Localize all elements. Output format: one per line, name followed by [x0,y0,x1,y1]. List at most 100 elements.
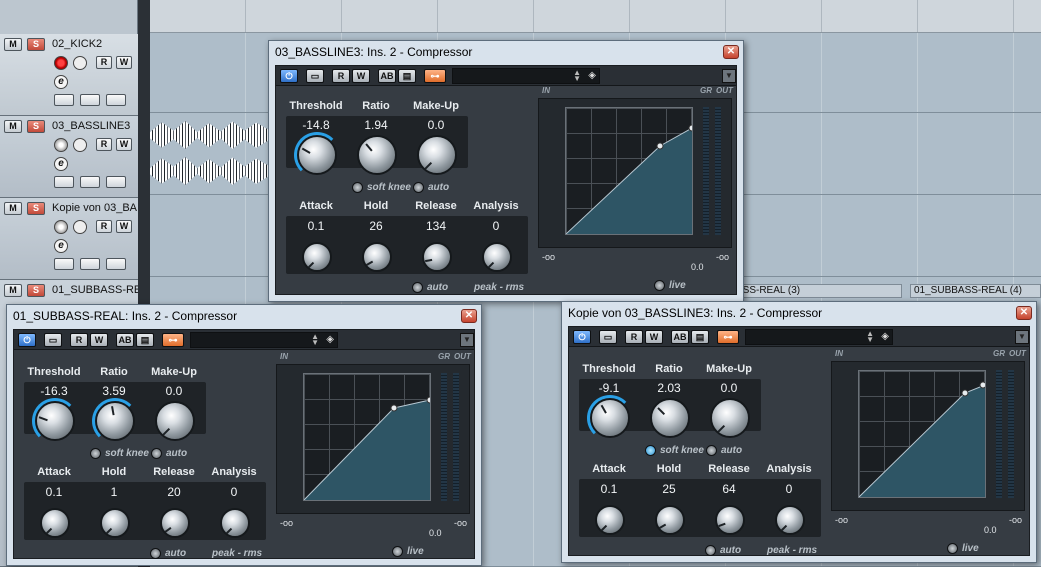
ratio-knob[interactable] [650,398,690,438]
live-toggle[interactable] [947,543,958,554]
transfer-curve[interactable] [859,371,985,497]
write-automation-button[interactable]: W [645,330,663,344]
copy-settings-icon[interactable]: ▤ [691,330,709,344]
makeup-knob[interactable] [710,398,750,438]
options-dropdown-icon[interactable]: ▼ [460,333,474,347]
timeline-ruler[interactable] [150,0,1041,33]
monitor-icon[interactable] [73,220,87,234]
monitor-icon[interactable] [73,138,87,152]
edit-channel-icon[interactable]: e [54,75,68,89]
write-automation-button[interactable]: W [352,69,370,83]
preset-field[interactable]: ▲ ▼ ◈ [190,332,338,348]
timebase-icon[interactable] [54,258,74,270]
attack-knob[interactable] [302,242,332,272]
bypass-icon[interactable]: ▭ [599,330,617,344]
options-dropdown-icon[interactable]: ▼ [1015,330,1029,344]
ratio-value[interactable]: 3.59 [84,384,144,398]
soft-knee-toggle[interactable] [352,182,363,193]
audio-event[interactable]: ASS-REAL (3) [732,284,902,298]
auto-release-toggle[interactable] [150,548,161,559]
mute-button[interactable]: M [4,202,22,215]
soft-knee-toggle[interactable] [645,445,656,456]
makeup-value[interactable]: 0.0 [699,381,759,395]
threshold-knob[interactable] [590,398,630,438]
ratio-value[interactable]: 2.03 [639,381,699,395]
lanes-icon[interactable] [106,258,126,270]
ratio-knob[interactable] [95,401,135,441]
makeup-value[interactable]: 0.0 [406,118,466,132]
sidechain-icon[interactable]: ⊶ [717,330,739,344]
read-automation-button[interactable]: R [96,138,112,151]
track-header[interactable]: M S 03_BASSLINE3 R W e [0,116,138,198]
hold-value[interactable]: 26 [346,219,406,233]
edit-channel-icon[interactable]: e [54,239,68,253]
transfer-curve[interactable] [304,374,430,500]
hold-value[interactable]: 25 [639,482,699,496]
read-automation-button[interactable]: R [625,330,643,344]
hold-knob[interactable] [655,505,685,535]
lanes-icon[interactable] [106,176,126,188]
release-knob[interactable] [160,508,190,538]
record-enable-icon[interactable] [54,56,68,70]
soft-knee-toggle[interactable] [90,448,101,459]
release-value[interactable]: 64 [699,482,759,496]
close-button[interactable]: ✕ [1016,306,1032,320]
preset-stepper-icon[interactable]: ▲ ▼ [866,330,874,344]
audio-waveform[interactable] [150,121,268,149]
attack-knob[interactable] [595,505,625,535]
audio-event[interactable]: 01_SUBBASS-REAL (4) [910,284,1041,298]
threshold-value[interactable]: -14.8 [286,118,346,132]
solo-button[interactable]: S [27,202,45,215]
solo-button[interactable]: S [27,38,45,51]
preset-field[interactable]: ▲ ▼ ◈ [452,68,600,84]
read-automation-button[interactable]: R [332,69,350,83]
mute-button[interactable]: M [4,38,22,51]
attack-value[interactable]: 0.1 [286,219,346,233]
power-icon[interactable]: ⏻ [573,330,591,344]
release-value[interactable]: 20 [144,485,204,499]
preset-menu-icon[interactable]: ◈ [881,331,889,342]
record-enable-icon[interactable] [54,220,68,234]
hold-knob[interactable] [362,242,392,272]
preset-menu-icon[interactable]: ◈ [588,70,596,81]
copy-settings-icon[interactable]: ▤ [136,333,154,347]
track-header[interactable]: M S 02_KICK2 R W e [0,34,138,116]
edit-channel-icon[interactable]: e [54,157,68,171]
sidechain-icon[interactable]: ⊶ [424,69,446,83]
bypass-icon[interactable]: ▭ [306,69,324,83]
mute-button[interactable]: M [4,284,22,297]
analysis-knob[interactable] [482,242,512,272]
track-name[interactable]: 02_KICK2 [52,38,138,50]
sidechain-icon[interactable]: ⊶ [162,333,184,347]
mute-button[interactable]: M [4,120,22,133]
lock-icon[interactable] [80,94,100,106]
makeup-knob[interactable] [155,401,195,441]
lock-icon[interactable] [80,176,100,188]
track-name[interactable]: 03_BASSLINE3 [52,120,138,132]
transfer-curve[interactable] [566,108,692,234]
track-name[interactable]: 01_SUBBASS-REA [52,284,138,296]
solo-button[interactable]: S [27,284,45,297]
monitor-icon[interactable] [73,56,87,70]
write-automation-button[interactable]: W [116,138,132,151]
bypass-icon[interactable]: ▭ [44,333,62,347]
makeup-knob[interactable] [417,135,457,175]
read-automation-button[interactable]: R [96,220,112,233]
read-automation-button[interactable]: R [70,333,88,347]
ratio-knob[interactable] [357,135,397,175]
power-icon[interactable]: ⏻ [280,69,298,83]
write-automation-button[interactable]: W [116,220,132,233]
preset-menu-icon[interactable]: ◈ [326,334,334,345]
timebase-icon[interactable] [54,176,74,188]
analysis-knob[interactable] [220,508,250,538]
read-automation-button[interactable]: R [96,56,112,69]
track-name[interactable]: Kopie von 03_BA [52,202,138,214]
threshold-value[interactable]: -16.3 [24,384,84,398]
timebase-icon[interactable] [54,94,74,106]
attack-value[interactable]: 0.1 [579,482,639,496]
auto-makeup-toggle[interactable] [151,448,162,459]
write-automation-button[interactable]: W [90,333,108,347]
ab-compare-button[interactable]: AB [116,333,134,347]
solo-button[interactable]: S [27,120,45,133]
hold-value[interactable]: 1 [84,485,144,499]
